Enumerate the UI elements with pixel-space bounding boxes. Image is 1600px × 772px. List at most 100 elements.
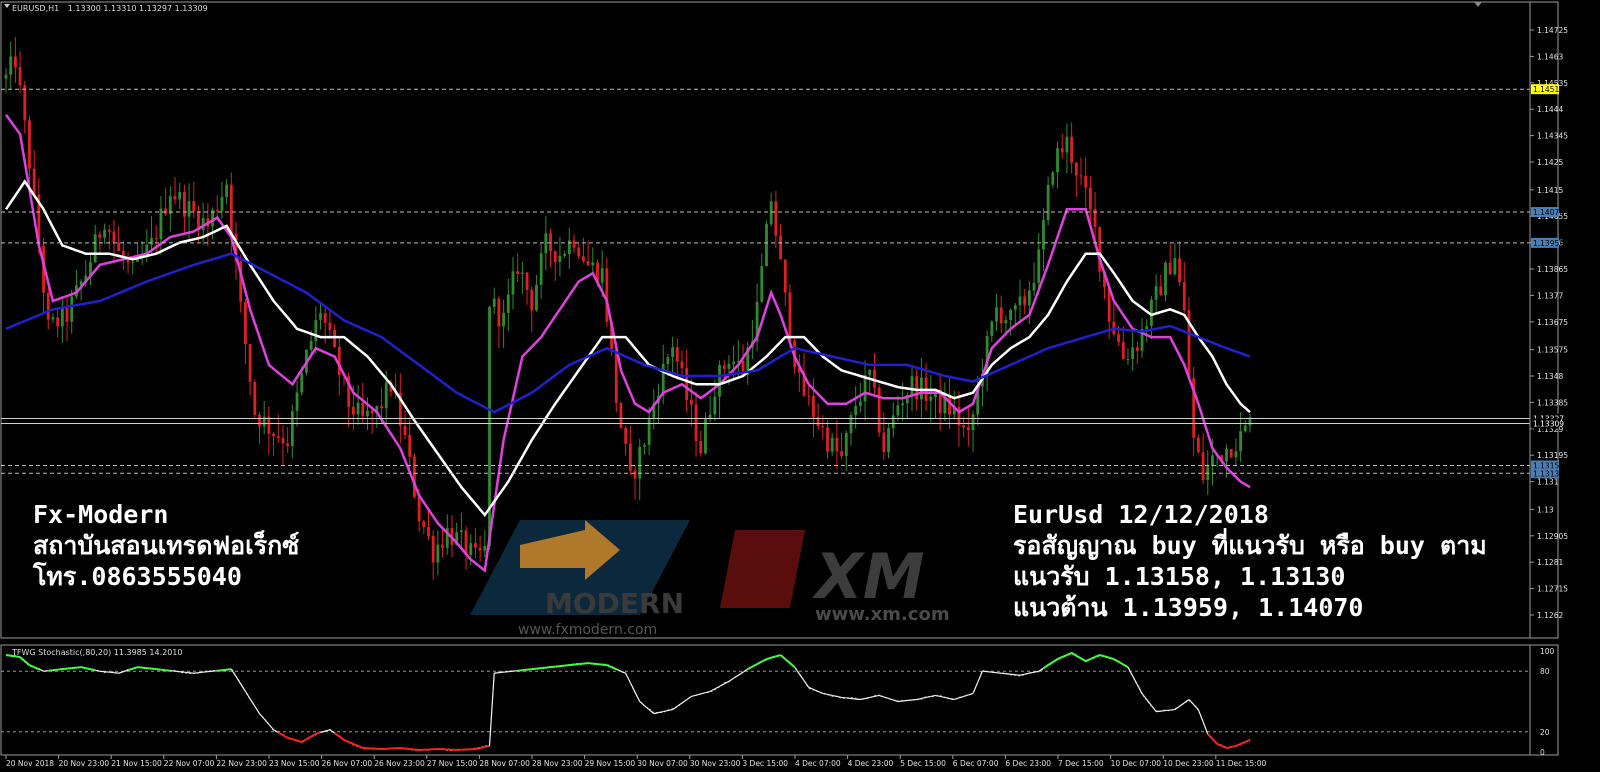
stoch-segment bbox=[897, 700, 903, 703]
time-tick-label: 22 Nov 07:00 bbox=[164, 759, 215, 768]
stoch-segment bbox=[62, 667, 68, 671]
svg-text:1.13309: 1.13309 bbox=[1533, 420, 1564, 429]
stoch-segment bbox=[5, 654, 11, 657]
stoch-tick-label: 0 bbox=[1540, 748, 1545, 757]
time-tick-label: 20 Nov 23:00 bbox=[59, 759, 110, 768]
stoch-segment bbox=[404, 747, 410, 750]
stoch-segment bbox=[66, 667, 72, 670]
stoch-segment bbox=[160, 668, 166, 672]
fxmodern-logo-text: MODERN bbox=[545, 587, 684, 620]
price-tick-label: 1.1425 bbox=[1537, 158, 1563, 167]
stoch-segment bbox=[80, 666, 87, 670]
stoch-segment bbox=[911, 698, 917, 701]
price-tick-label: 1.131 bbox=[1537, 478, 1559, 487]
stoch-segment bbox=[550, 665, 556, 669]
stoch-segment bbox=[517, 669, 523, 672]
stoch-segment bbox=[179, 671, 185, 673]
time-tick-label: 4 Dec 07:00 bbox=[795, 759, 841, 768]
stoch-segment bbox=[484, 744, 490, 748]
stoch-segment bbox=[1160, 709, 1166, 712]
time-tick-label: 21 Nov 15:00 bbox=[111, 759, 162, 768]
stoch-segment bbox=[207, 670, 213, 673]
stoch-segment bbox=[902, 699, 908, 702]
stoch-segment bbox=[165, 669, 171, 672]
stoch-segment bbox=[400, 746, 406, 750]
stoch-segment bbox=[982, 670, 988, 673]
candle bbox=[765, 220, 768, 267]
price-tick-label: 1.1444 bbox=[1537, 105, 1563, 114]
price-tick-label: 1.13865 bbox=[1537, 265, 1568, 274]
stoch-segment bbox=[315, 731, 321, 735]
stoch-segment bbox=[498, 671, 504, 674]
stoch-segment bbox=[996, 672, 1002, 674]
stoch-segment bbox=[48, 669, 54, 672]
stoch-segment bbox=[1226, 745, 1232, 749]
time-tick-label: 28 Nov 07:00 bbox=[479, 759, 530, 768]
stoch-segment bbox=[414, 748, 420, 751]
candle bbox=[253, 379, 257, 418]
stoch-segment bbox=[113, 672, 119, 674]
brand-phone: โทร.0863555040 bbox=[33, 562, 242, 591]
price-tick-label: 1.14725 bbox=[1537, 26, 1568, 35]
time-tick-label: 27 Nov 15:00 bbox=[427, 759, 478, 768]
stoch-segment bbox=[1104, 655, 1110, 659]
price-badge: 1.14512 bbox=[1531, 84, 1564, 95]
candle bbox=[877, 384, 881, 437]
stoch-segment bbox=[592, 662, 598, 666]
stoch-segment bbox=[137, 666, 143, 669]
stoch-segment bbox=[522, 668, 528, 672]
price-tick-label: 1.1348 bbox=[1537, 372, 1563, 381]
price-tick-label: 1.13 bbox=[1537, 505, 1554, 514]
svg-text:1.13130: 1.13130 bbox=[1533, 469, 1564, 478]
price-badge: 1.14070 bbox=[1531, 207, 1564, 218]
stoch-segment bbox=[71, 666, 77, 670]
brand-name: Fx-Modern bbox=[33, 500, 169, 529]
fxmodern-url: www.fxmodern.com bbox=[518, 622, 657, 638]
time-tick-label: 5 Dec 15:00 bbox=[900, 759, 946, 768]
xm-logo-text: XM bbox=[811, 540, 925, 613]
time-tick-label: 28 Nov 23:00 bbox=[532, 759, 583, 768]
stoch-segment bbox=[104, 671, 110, 673]
stoch-segment bbox=[170, 670, 176, 672]
stoch-segment bbox=[1001, 672, 1006, 675]
stoch-segment bbox=[43, 670, 49, 672]
svg-text:1.14512: 1.14512 bbox=[1533, 85, 1564, 94]
stoch-segment bbox=[193, 672, 199, 674]
stoch-segment bbox=[770, 655, 777, 659]
price-tick-label: 1.13195 bbox=[1537, 451, 1568, 460]
stoch-segment bbox=[846, 697, 852, 700]
stoch-segment bbox=[850, 697, 856, 700]
time-tick-label: 23 Nov 15:00 bbox=[269, 759, 320, 768]
time-tick-label: 10 Dec 07:00 bbox=[1111, 759, 1162, 768]
stoch-segment bbox=[907, 699, 913, 702]
time-tick-label: 30 Nov 07:00 bbox=[637, 759, 688, 768]
stoch-segment bbox=[512, 670, 518, 672]
stoch-segment bbox=[1170, 708, 1175, 711]
time-tick-label: 6 Dec 23:00 bbox=[1005, 759, 1051, 768]
symbol-title: EURUSD,H1 1.13300 1.13310 1.13297 1.1330… bbox=[12, 4, 208, 13]
stoch-segment bbox=[226, 668, 232, 671]
stoch-segment bbox=[494, 672, 499, 674]
analysis-signal: รอสัญญาณ buy ที่แนวรับ หรือ buy ตาม bbox=[1013, 531, 1487, 560]
chart-canvas[interactable]: 1.147251.14631.145351.14441.143451.14251… bbox=[0, 0, 1600, 772]
stoch-segment bbox=[545, 666, 551, 669]
stoch-segment bbox=[85, 667, 91, 671]
time-tick-label: 3 Dec 15:00 bbox=[742, 759, 788, 768]
analysis-title: EurUsd 12/12/2018 bbox=[1013, 500, 1269, 529]
stoch-segment bbox=[775, 654, 781, 658]
stoch-segment bbox=[583, 662, 589, 665]
stoch-segment bbox=[198, 671, 204, 674]
stoch-segment bbox=[531, 667, 537, 671]
time-tick-label: 4 Dec 23:00 bbox=[848, 759, 894, 768]
stoch-segment bbox=[76, 666, 82, 669]
price-tick-label: 1.1281 bbox=[1537, 558, 1563, 567]
stoch-segment bbox=[1156, 710, 1161, 713]
stoch-tick-label: 100 bbox=[1540, 647, 1555, 656]
stoch-segment bbox=[541, 666, 546, 670]
stoch-segment bbox=[1005, 673, 1011, 675]
stoch-segment bbox=[174, 670, 180, 673]
stoch-tick-label: 20 bbox=[1540, 728, 1550, 737]
stoch-segment bbox=[479, 745, 486, 749]
candle bbox=[1229, 448, 1233, 459]
stoch-segment bbox=[559, 664, 565, 668]
